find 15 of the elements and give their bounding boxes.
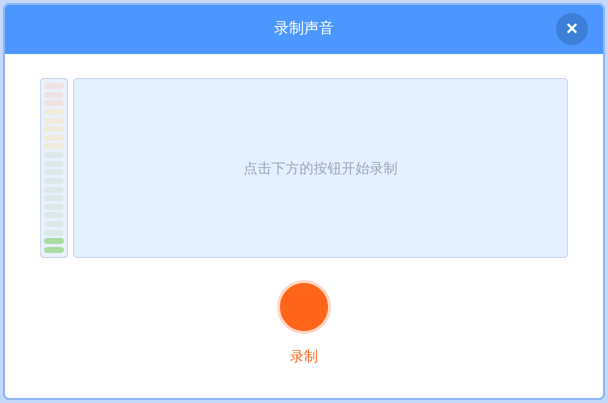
meter-segment (44, 134, 64, 141)
meter-segment (44, 100, 64, 106)
meter-segment (44, 238, 64, 244)
meter-segment (44, 126, 64, 132)
meter-segment (44, 118, 64, 124)
close-button[interactable]: × (556, 13, 588, 45)
meter-segment (44, 108, 64, 115)
record-hint: 点击下方的按钮开始录制 (244, 158, 398, 178)
meter-segment (44, 246, 64, 253)
meter-segment (44, 143, 64, 150)
record-label: 录制 (290, 347, 318, 366)
meter-segment (44, 83, 64, 89)
record-button[interactable] (277, 280, 331, 334)
dialog-title: 录制声音 (274, 19, 334, 40)
meter-segment (44, 92, 64, 98)
